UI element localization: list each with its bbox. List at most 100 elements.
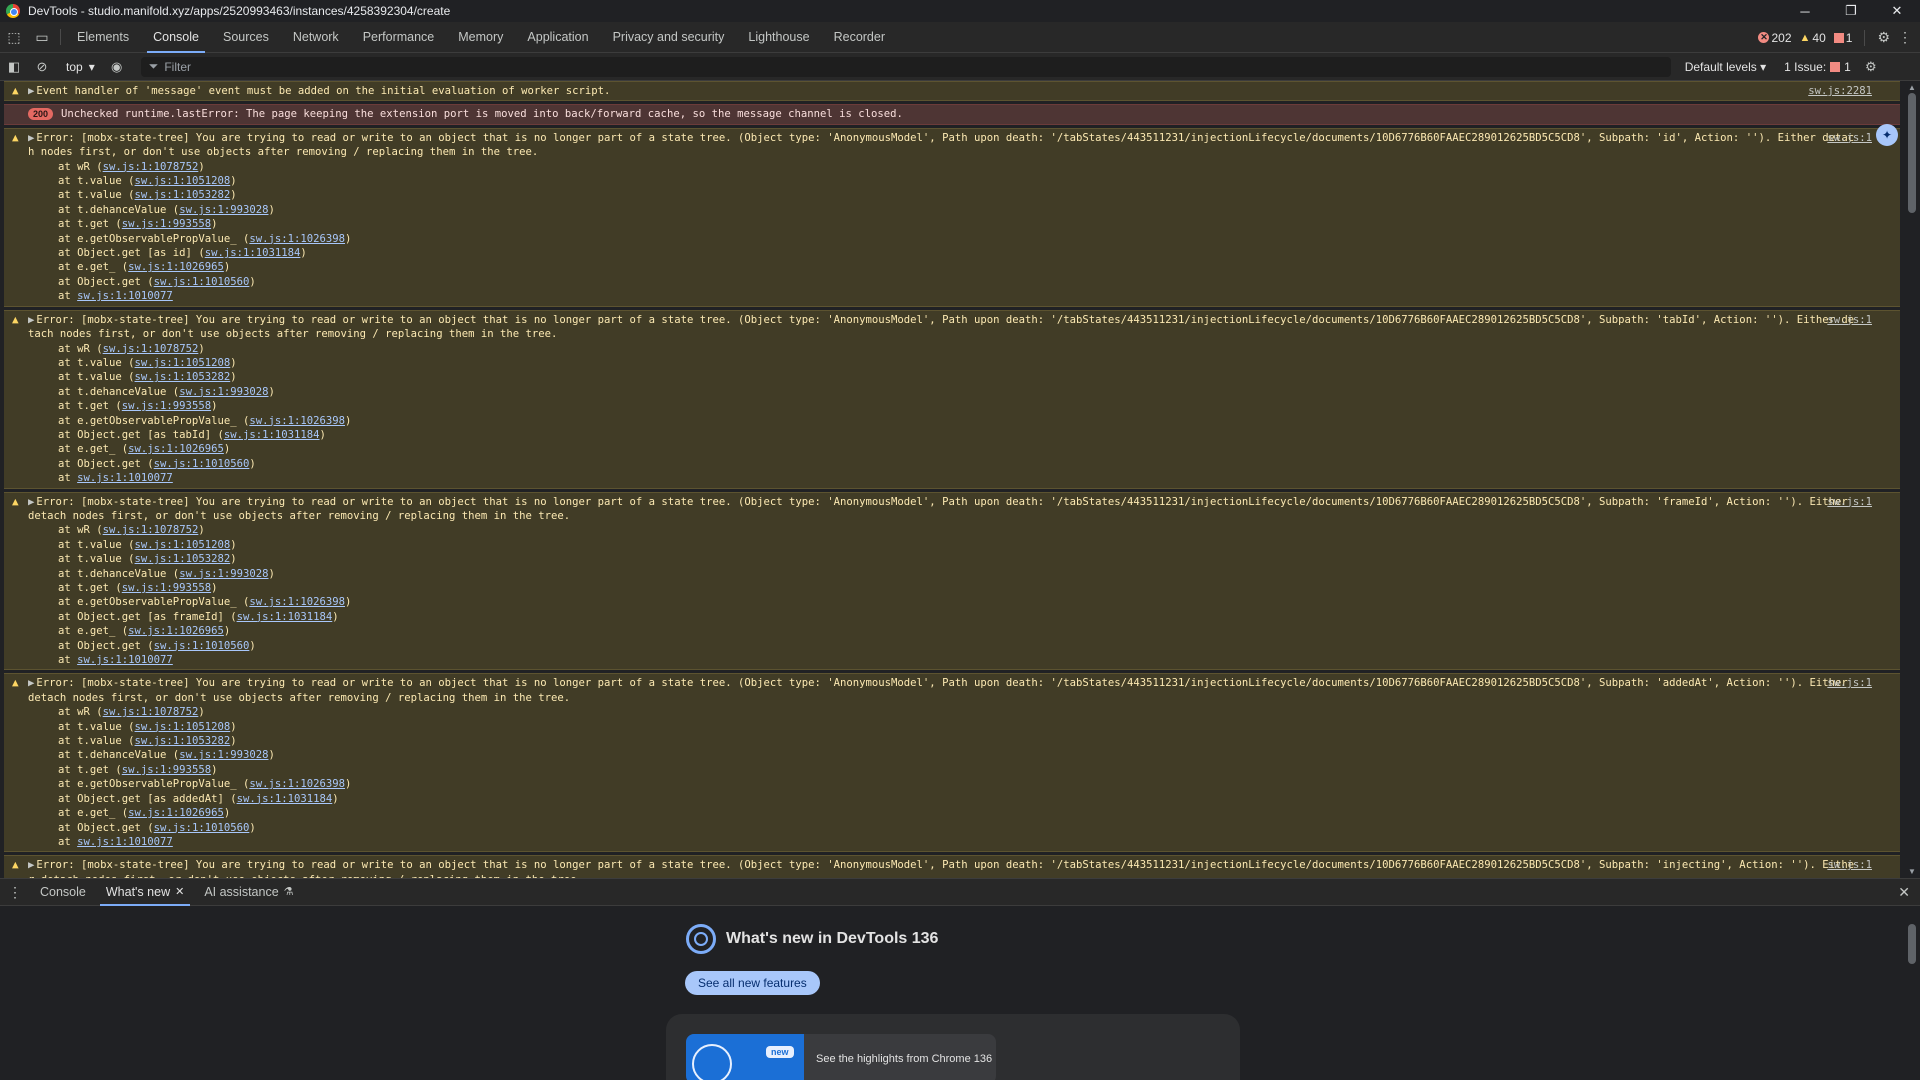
- see-all-features-button[interactable]: See all new features: [685, 971, 820, 995]
- expand-triangle-icon[interactable]: ▶: [28, 859, 34, 871]
- scroll-up-arrow-icon[interactable]: ▲: [1907, 83, 1917, 92]
- device-toolbar-icon[interactable]: ▭: [28, 22, 56, 53]
- stack-frame-link[interactable]: sw.js:1:1010560: [154, 822, 250, 834]
- stack-frame-link[interactable]: sw.js:1:993028: [179, 749, 268, 761]
- tab-network[interactable]: Network: [281, 22, 351, 53]
- ai-assistance-floating-icon[interactable]: ✦: [1876, 124, 1898, 146]
- issues-button[interactable]: 1 Issue: 1: [1784, 60, 1851, 74]
- stack-frame-link[interactable]: sw.js:1:1026398: [249, 778, 345, 790]
- stack-frame-link[interactable]: sw.js:1:1031184: [205, 247, 301, 259]
- stack-frame-link[interactable]: sw.js:1:1026398: [249, 233, 345, 245]
- stack-frame-link[interactable]: sw.js:1:1078752: [103, 161, 199, 173]
- tab-recorder[interactable]: Recorder: [822, 22, 897, 53]
- drawer-scrollbar-thumb[interactable]: [1908, 924, 1916, 964]
- stack-frame-link[interactable]: sw.js:1:1051208: [135, 175, 231, 187]
- drawer-scrollbar[interactable]: [1904, 906, 1920, 1080]
- console-warning-message[interactable]: ▲ ▶ Error: [mobx-state-tree] You are tryin…: [4, 855, 1900, 878]
- tab-application[interactable]: Application: [515, 22, 600, 53]
- settings-gear-icon[interactable]: ⚙: [1877, 29, 1890, 46]
- restore-button[interactable]: ❐: [1828, 0, 1874, 22]
- error-count[interactable]: ✕ 202: [1758, 31, 1792, 45]
- drawer-tab-what-s-new[interactable]: What's new ✕: [96, 879, 194, 906]
- close-window-button[interactable]: ✕: [1874, 0, 1920, 22]
- expand-triangle-icon[interactable]: ▶: [28, 677, 34, 689]
- expand-triangle-icon[interactable]: ▶: [28, 496, 34, 508]
- stack-frame-link[interactable]: sw.js:1:1051208: [135, 721, 231, 733]
- close-drawer-icon[interactable]: ✕: [1898, 884, 1910, 901]
- stack-frame-link[interactable]: sw.js:1:1026398: [249, 596, 345, 608]
- scrollbar-thumb[interactable]: [1908, 93, 1916, 213]
- stack-frame-link[interactable]: sw.js:1:993558: [122, 582, 211, 594]
- tab-privacy-and-security[interactable]: Privacy and security: [601, 22, 737, 53]
- console-warning-message[interactable]: ▲ ▶ Error: [mobx-state-tree] You are tryin…: [4, 127, 1900, 307]
- filter-input[interactable]: ⏷ Filter: [140, 56, 1671, 77]
- close-tab-icon[interactable]: ✕: [175, 879, 184, 906]
- stack-frame-link[interactable]: sw.js:1:1078752: [103, 706, 199, 718]
- expand-triangle-icon[interactable]: ▶: [28, 132, 34, 144]
- stack-frame-link[interactable]: sw.js:1:1053282: [135, 735, 231, 747]
- stack-frame-link[interactable]: sw.js:1:1031184: [237, 793, 333, 805]
- stack-frame-link[interactable]: sw.js:1:1010077: [77, 836, 173, 848]
- stack-frame-link[interactable]: sw.js:1:1026965: [128, 807, 224, 819]
- stack-frame-link[interactable]: sw.js:1:993028: [179, 204, 268, 216]
- log-levels-dropdown[interactable]: Default levels ▾: [1685, 60, 1766, 74]
- highlights-video-link[interactable]: new See the highlights from Chrome 136: [686, 1034, 996, 1080]
- stack-frame-link[interactable]: sw.js:1:1031184: [224, 429, 320, 441]
- console-error-message[interactable]: 200 Unchecked runtime.lastError: The page…: [4, 104, 1900, 125]
- clear-console-icon[interactable]: ⊘: [28, 53, 56, 81]
- stack-frame-link[interactable]: sw.js:1:1010560: [154, 640, 250, 652]
- live-expression-eye-icon[interactable]: ◉: [103, 53, 131, 81]
- drawer-tab-console[interactable]: Console: [30, 879, 96, 906]
- stack-frame-link[interactable]: sw.js:1:1078752: [103, 343, 199, 355]
- console-warning-message[interactable]: ▲ ▶ Event handler of 'message' event must …: [4, 81, 1900, 102]
- message-source-link[interactable]: sw.js:2281: [1808, 84, 1872, 98]
- stack-frame-link[interactable]: sw.js:1:1026965: [128, 261, 224, 273]
- stack-frame-link[interactable]: sw.js:1:1026965: [128, 443, 224, 455]
- message-source-link[interactable]: sw.js:1: [1827, 131, 1872, 145]
- stack-frame-link[interactable]: sw.js:1:993558: [122, 218, 211, 230]
- warning-count[interactable]: ▲ 40: [1800, 31, 1826, 45]
- stack-frame-link[interactable]: sw.js:1:993028: [179, 386, 268, 398]
- issue-count[interactable]: 1: [1833, 31, 1852, 45]
- stack-frame-link[interactable]: sw.js:1:1053282: [135, 553, 231, 565]
- stack-frame-link[interactable]: sw.js:1:1053282: [135, 371, 231, 383]
- stack-frame-link[interactable]: sw.js:1:1053282: [135, 189, 231, 201]
- message-source-link[interactable]: sw.js:1: [1827, 313, 1872, 327]
- tab-memory[interactable]: Memory: [446, 22, 515, 53]
- stack-frame-link[interactable]: sw.js:1:1026398: [249, 415, 345, 427]
- stack-frame-link[interactable]: sw.js:1:1010077: [77, 654, 173, 666]
- console-settings-gear-icon[interactable]: ⚙: [1857, 53, 1885, 81]
- message-source-link[interactable]: sw.js:1: [1827, 858, 1872, 872]
- console-warning-message[interactable]: ▲ ▶ Error: [mobx-state-tree] You are tryin…: [4, 673, 1900, 853]
- stack-frame-link[interactable]: sw.js:1:1010560: [154, 458, 250, 470]
- drawer-menu-icon[interactable]: ⋮: [0, 884, 30, 901]
- stack-frame-link[interactable]: sw.js:1:1051208: [135, 357, 231, 369]
- message-source-link[interactable]: sw.js:1: [1827, 495, 1872, 509]
- stack-frame-link[interactable]: sw.js:1:1010077: [77, 472, 173, 484]
- minimize-button[interactable]: ─: [1782, 0, 1828, 22]
- stack-frame-link[interactable]: sw.js:1:1031184: [237, 611, 333, 623]
- tab-lighthouse[interactable]: Lighthouse: [736, 22, 821, 53]
- tab-performance[interactable]: Performance: [351, 22, 447, 53]
- console-warning-message[interactable]: ▲ ▶ Error: [mobx-state-tree] You are tryin…: [4, 309, 1900, 489]
- stack-frame-link[interactable]: sw.js:1:1010077: [77, 290, 173, 302]
- console-scrollbar[interactable]: ▲ ▼: [1904, 81, 1920, 878]
- stack-frame-link[interactable]: sw.js:1:1078752: [103, 524, 199, 536]
- drawer-tab-ai-assistance[interactable]: AI assistance ⚗: [194, 879, 303, 906]
- stack-frame-link[interactable]: sw.js:1:993558: [122, 400, 211, 412]
- sidebar-toggle-icon[interactable]: ◧: [0, 53, 28, 81]
- expand-triangle-icon[interactable]: ▶: [28, 314, 34, 326]
- scroll-down-arrow-icon[interactable]: ▼: [1907, 867, 1917, 876]
- stack-frame-link[interactable]: sw.js:1:993028: [179, 568, 268, 580]
- tab-sources[interactable]: Sources: [211, 22, 281, 53]
- stack-frame-link[interactable]: sw.js:1:1010560: [154, 276, 250, 288]
- message-source-link[interactable]: sw.js:1: [1827, 676, 1872, 690]
- stack-frame-link[interactable]: sw.js:1:1051208: [135, 539, 231, 551]
- more-options-icon[interactable]: ⋮: [1898, 29, 1912, 46]
- console-warning-message[interactable]: ▲ ▶ Error: [mobx-state-tree] You are tryin…: [4, 491, 1900, 671]
- stack-frame-link[interactable]: sw.js:1:993558: [122, 764, 211, 776]
- expand-triangle-icon[interactable]: ▶: [28, 85, 34, 97]
- tab-console[interactable]: Console: [141, 22, 211, 53]
- inspect-element-icon[interactable]: ⬚: [0, 22, 28, 53]
- stack-frame-link[interactable]: sw.js:1:1026965: [128, 625, 224, 637]
